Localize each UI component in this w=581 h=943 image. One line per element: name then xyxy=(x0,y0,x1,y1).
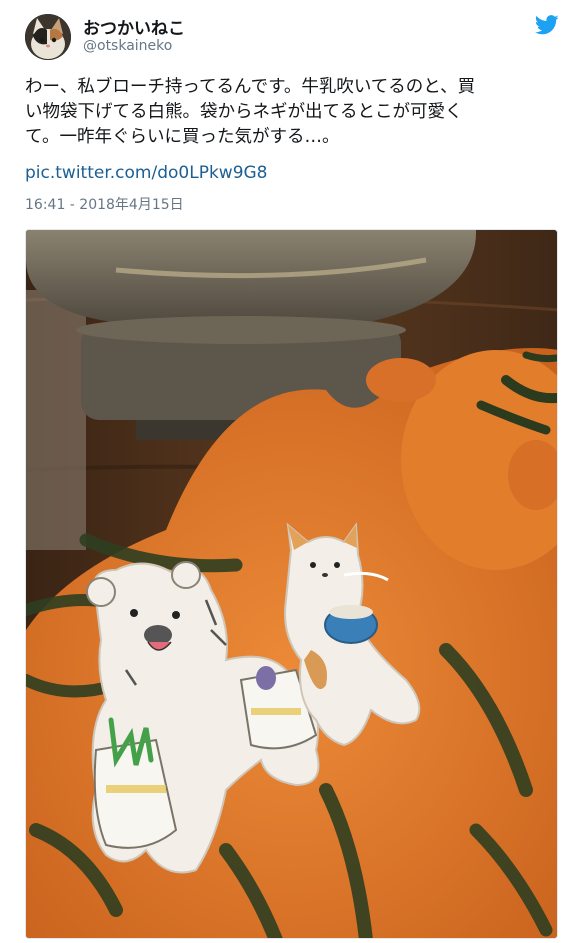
brooch-photo-image xyxy=(26,230,557,938)
twitter-bird-icon[interactable] xyxy=(535,15,559,35)
tweet-card: おつかいねこ @otskaineko わー、私ブローチ持ってるんです。牛乳吹いて… xyxy=(0,0,581,943)
cat-avatar-icon xyxy=(25,14,71,60)
avatar[interactable] xyxy=(25,14,71,60)
display-name[interactable]: おつかいねこ xyxy=(83,14,185,39)
tweet-text-line: い物袋下げてる白熊。袋からネギが出てるとこが可愛く xyxy=(25,102,463,122)
user-handle[interactable]: @otskaineko xyxy=(83,38,172,54)
tweet-text-line: わー、私ブローチ持ってるんです。牛乳吹いてるのと、買 xyxy=(25,77,476,97)
tweet-text: わー、私ブローチ持ってるんです。牛乳吹いてるのと、買 い物袋下げてる白熊。袋から… xyxy=(25,75,557,150)
tweet-photo[interactable] xyxy=(25,229,558,939)
media-link[interactable]: pic.twitter.com/do0LPkw9G8 xyxy=(25,163,268,183)
tweet-timestamp[interactable]: 16:41 - 2018年4月15日 xyxy=(25,194,184,214)
tweet-text-line: て。一昨年ぐらいに買った気がする…。 xyxy=(25,127,340,147)
